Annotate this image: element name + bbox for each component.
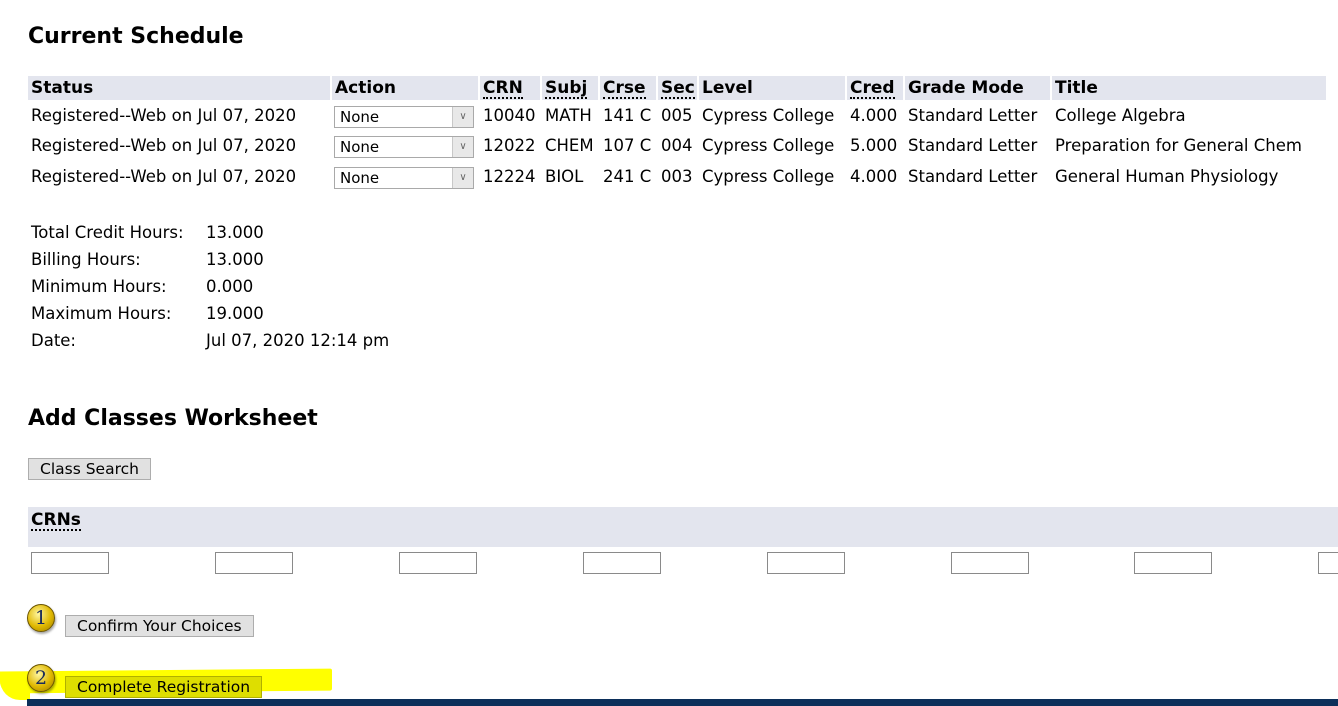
cell-sec: 004 bbox=[661, 136, 693, 155]
column-header-crse[interactable]: Crse bbox=[600, 76, 656, 100]
cell-crse: 107 C bbox=[603, 136, 652, 155]
cell-cred: 4.000 bbox=[850, 106, 898, 125]
current-schedule-heading: Current Schedule bbox=[28, 24, 244, 49]
cell-subj: MATH bbox=[545, 106, 592, 125]
cell-cred: 4.000 bbox=[850, 167, 898, 186]
column-header-label: CRN bbox=[483, 78, 523, 99]
step-2-icon: 2 bbox=[27, 664, 55, 692]
confirm-choices-button[interactable]: Confirm Your Choices bbox=[65, 615, 254, 637]
summary-value: 19.000 bbox=[206, 304, 264, 323]
column-header-title: Title bbox=[1052, 76, 1326, 100]
cell-crn: 12224 bbox=[483, 167, 536, 186]
chevron-down-icon[interactable]: ∨ bbox=[452, 137, 473, 157]
crn-input[interactable] bbox=[583, 552, 661, 574]
cell-grade-mode: Standard Letter bbox=[908, 167, 1038, 186]
summary-value: 0.000 bbox=[206, 277, 254, 296]
cell-title: General Human Physiology bbox=[1055, 167, 1279, 186]
summary-value: 13.000 bbox=[206, 250, 264, 269]
column-header-cred[interactable]: Cred bbox=[847, 76, 903, 100]
crn-input[interactable] bbox=[215, 552, 293, 574]
column-header-label: Title bbox=[1055, 78, 1098, 98]
cell-subj: BIOL bbox=[545, 167, 584, 186]
crns-header: CRNs bbox=[28, 507, 1338, 547]
crn-input[interactable] bbox=[1134, 552, 1212, 574]
footer-bar bbox=[27, 699, 1338, 706]
column-header-action: Action bbox=[332, 76, 478, 100]
summary-label: Minimum Hours: bbox=[31, 277, 167, 296]
crns-header-label: CRNs bbox=[31, 510, 81, 531]
column-header-level: Level bbox=[699, 76, 845, 100]
cell-sec: 005 bbox=[661, 106, 693, 125]
action-select-value: None bbox=[340, 108, 380, 126]
action-select[interactable]: None ∨ bbox=[334, 106, 474, 128]
column-header-label: Crse bbox=[603, 78, 646, 99]
crn-input[interactable] bbox=[1318, 552, 1338, 574]
summary-label: Maximum Hours: bbox=[31, 304, 172, 323]
cell-status: Registered--Web on Jul 07, 2020 bbox=[31, 106, 297, 125]
column-header-label: Grade Mode bbox=[908, 78, 1024, 98]
summary-value: Jul 07, 2020 12:14 pm bbox=[206, 331, 390, 350]
column-header-label: Subj bbox=[545, 78, 588, 99]
crn-input[interactable] bbox=[399, 552, 477, 574]
cell-sec: 003 bbox=[661, 167, 693, 186]
cell-subj: CHEM bbox=[545, 136, 594, 155]
action-select[interactable]: None ∨ bbox=[334, 136, 474, 158]
cell-title: College Algebra bbox=[1055, 106, 1186, 125]
cell-level: Cypress College bbox=[702, 106, 835, 125]
column-header-subj[interactable]: Subj bbox=[542, 76, 598, 100]
add-classes-heading: Add Classes Worksheet bbox=[28, 406, 318, 431]
class-search-button[interactable]: Class Search bbox=[28, 458, 151, 480]
complete-registration-button[interactable]: Complete Registration bbox=[65, 676, 263, 698]
cell-cred: 5.000 bbox=[850, 136, 898, 155]
chevron-down-icon[interactable]: ∨ bbox=[452, 168, 473, 188]
summary-value: 13.000 bbox=[206, 223, 264, 242]
step-1-icon: 1 bbox=[27, 604, 55, 632]
cell-status: Registered--Web on Jul 07, 2020 bbox=[31, 136, 297, 155]
column-header-label: Sec bbox=[661, 78, 695, 99]
column-header-grade-mode: Grade Mode bbox=[905, 76, 1050, 100]
cell-level: Cypress College bbox=[702, 167, 835, 186]
cell-crn: 12022 bbox=[483, 136, 536, 155]
chevron-down-icon[interactable]: ∨ bbox=[452, 107, 473, 127]
cell-level: Cypress College bbox=[702, 136, 835, 155]
column-header-status: Status bbox=[28, 76, 330, 100]
column-header-crn[interactable]: CRN bbox=[480, 76, 540, 100]
cell-grade-mode: Standard Letter bbox=[908, 136, 1038, 155]
column-header-label: Status bbox=[31, 78, 94, 98]
cell-title: Preparation for General Chem bbox=[1055, 136, 1302, 155]
action-select-value: None bbox=[340, 169, 380, 187]
column-header-sec[interactable]: Sec bbox=[658, 76, 697, 100]
summary-label: Billing Hours: bbox=[31, 250, 141, 269]
column-header-label: Action bbox=[335, 78, 396, 98]
summary-label: Total Credit Hours: bbox=[31, 223, 184, 242]
column-header-label: Level bbox=[702, 78, 753, 98]
summary-label: Date: bbox=[31, 331, 76, 350]
cell-crn: 10040 bbox=[483, 106, 536, 125]
cell-status: Registered--Web on Jul 07, 2020 bbox=[31, 167, 297, 186]
yellow-highlight-tail bbox=[0, 676, 30, 700]
crn-input[interactable] bbox=[767, 552, 845, 574]
crn-input[interactable] bbox=[951, 552, 1029, 574]
crn-input[interactable] bbox=[31, 552, 109, 574]
cell-grade-mode: Standard Letter bbox=[908, 106, 1038, 125]
column-header-label: Cred bbox=[850, 78, 895, 99]
cell-crse: 241 C bbox=[603, 167, 652, 186]
cell-crse: 141 C bbox=[603, 106, 652, 125]
action-select-value: None bbox=[340, 138, 380, 156]
action-select[interactable]: None ∨ bbox=[334, 167, 474, 189]
